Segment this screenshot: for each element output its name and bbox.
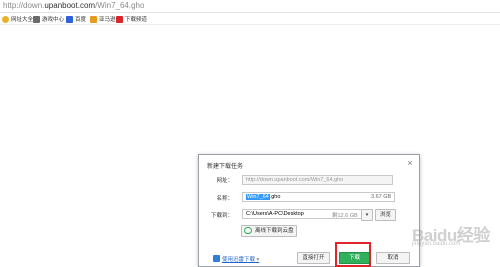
favorite-label: 亚马逊 bbox=[99, 17, 116, 23]
filename-selected-text: Win7_64 bbox=[246, 194, 270, 200]
dialog-title: 新建下载任务 bbox=[207, 164, 244, 170]
file-size: 3.67 GB bbox=[371, 194, 392, 200]
cloud-icon bbox=[244, 227, 252, 234]
thunder-download-label: 使用迅雷下载 bbox=[222, 257, 256, 263]
offline-cloud-button[interactable]: 离线下载到云盘 bbox=[241, 225, 297, 237]
save-path-value: C:\Users\A-PC\Desktop bbox=[246, 211, 304, 217]
free-space: 剩12.6 GB bbox=[332, 213, 358, 219]
name-label: 名称： bbox=[216, 196, 233, 202]
download-channel-icon bbox=[116, 15, 123, 23]
favorite-label: 游戏中心 bbox=[42, 17, 65, 23]
favorite-label: 下载频道 bbox=[125, 17, 148, 23]
globe-icon bbox=[2, 15, 9, 23]
favorite-label: 网址大全 bbox=[11, 17, 34, 23]
offline-cloud-label: 离线下载到云盘 bbox=[255, 228, 294, 234]
address-bar[interactable]: http://down.upanboot.com/Win7_64.gho bbox=[0, 0, 500, 13]
cancel-button[interactable]: 取消 bbox=[376, 252, 410, 264]
url-path: /Win7_64.gho bbox=[95, 1, 145, 10]
baidu-icon bbox=[66, 15, 73, 23]
favorite-item-game-center[interactable]: 游戏中心 bbox=[33, 14, 64, 24]
open-directly-button[interactable]: 直接打开 bbox=[297, 252, 330, 264]
browse-button[interactable]: 浏览 bbox=[375, 209, 396, 221]
favorites-bar: 网址大全 游戏中心 百度 亚马逊 下载频道 bbox=[0, 13, 500, 25]
save-path-label: 下载到： bbox=[210, 213, 233, 219]
favorite-item-amazon[interactable]: 亚马逊 bbox=[90, 14, 116, 24]
download-highlight-box bbox=[335, 242, 371, 267]
gamepad-icon bbox=[33, 15, 40, 23]
favorite-label: 百度 bbox=[75, 17, 87, 23]
filename-extension: .gho bbox=[269, 194, 281, 200]
url-label: 网址： bbox=[216, 178, 233, 184]
watermark-url: jingyan.baidu.com bbox=[412, 241, 461, 247]
thunder-download-link[interactable]: 使用迅雷下载 ▾ bbox=[213, 255, 259, 263]
url-host: upanboot.com bbox=[44, 1, 96, 10]
new-download-dialog: 新建下载任务 × 网址： http://down.upanboot.com/Wi… bbox=[198, 154, 420, 267]
close-icon[interactable]: × bbox=[404, 157, 416, 169]
favorite-item-download-channel[interactable]: 下载频道 bbox=[116, 14, 147, 24]
url-field: http://down.upanboot.com/Win7_64.gho bbox=[242, 175, 393, 185]
path-dropdown-button[interactable]: ▾ bbox=[361, 209, 373, 221]
favorite-item-baidu[interactable]: 百度 bbox=[66, 14, 86, 24]
thunder-icon bbox=[213, 255, 220, 262]
favorite-item-url-directory[interactable]: 网址大全 bbox=[2, 14, 33, 24]
amazon-icon bbox=[90, 15, 97, 23]
url-text[interactable]: http://down.upanboot.com/Win7_64.gho bbox=[3, 1, 144, 11]
url-scheme: http://down. bbox=[3, 1, 45, 10]
